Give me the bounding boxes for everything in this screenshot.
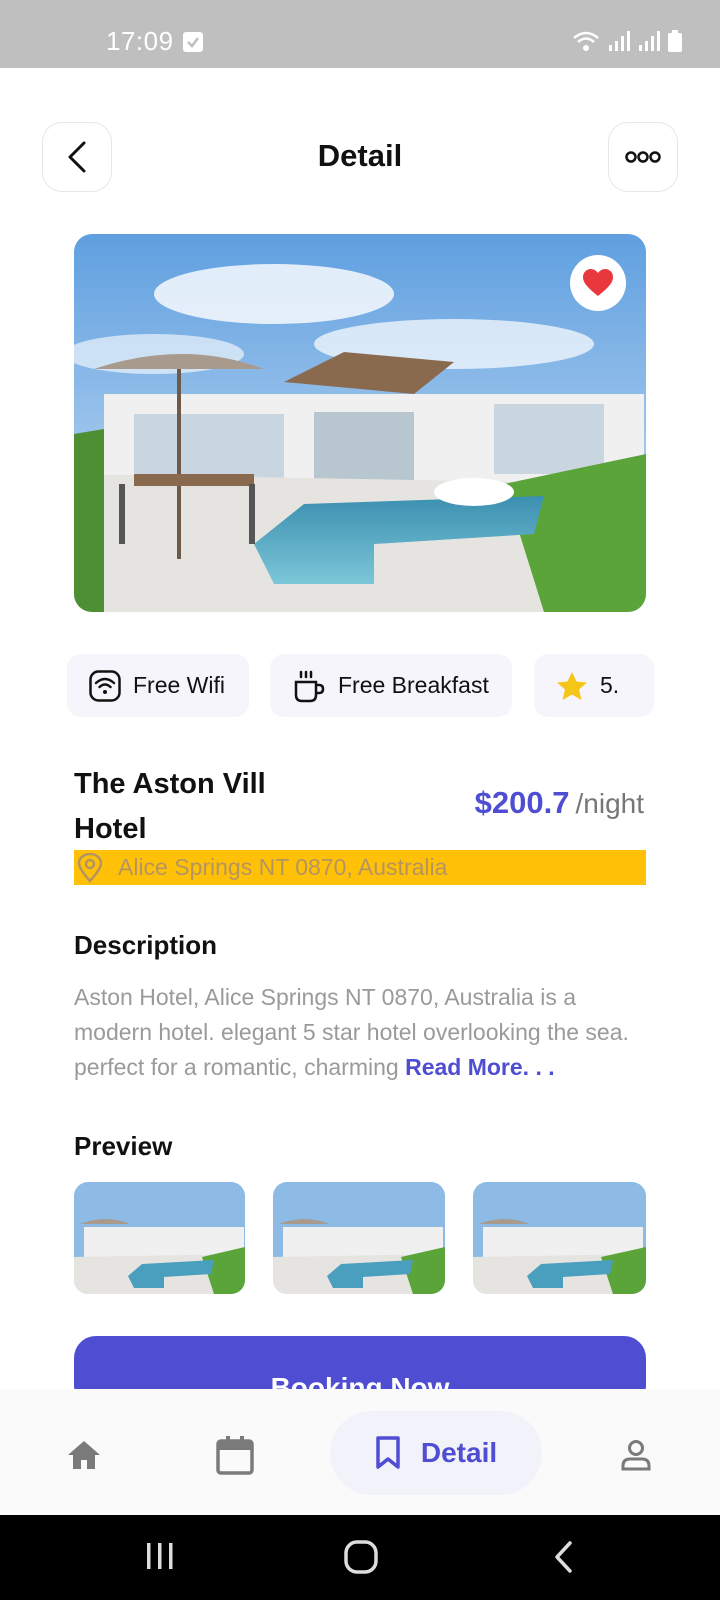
chip-label: Free Breakfast — [338, 672, 489, 698]
system-back-button[interactable] — [552, 1540, 574, 1574]
preview-thumbnail[interactable] — [74, 1182, 245, 1294]
preview-thumbnail[interactable] — [473, 1182, 646, 1294]
battery-icon — [668, 30, 682, 52]
signal-icon — [609, 31, 630, 51]
signal-icon-2 — [639, 31, 660, 51]
hotel-name: The Aston Vill Hotel — [74, 768, 266, 845]
profile-icon — [621, 1440, 651, 1471]
nav-profile[interactable] — [610, 1430, 662, 1480]
price-unit: /night — [575, 788, 645, 819]
status-icons — [572, 30, 682, 52]
chip-label: Free Wifi — [133, 672, 225, 698]
more-dots-icon — [625, 151, 661, 163]
price-value: $200.7 — [474, 785, 570, 820]
coffee-cup-icon — [292, 669, 326, 703]
location-text: Alice Springs NT 0870, Australia — [118, 854, 448, 880]
chip-rating: 5. — [534, 654, 654, 717]
price: $200.7/night — [475, 785, 644, 821]
location-pin-icon — [76, 852, 104, 883]
preview-title: Preview — [74, 1131, 173, 1161]
description-title: Description — [74, 930, 218, 960]
hotel-hero-image — [74, 234, 646, 612]
description-text: Aston Hotel, Alice Springs NT 0870, Aust… — [74, 980, 654, 1085]
wifi-icon — [89, 669, 121, 702]
calendar-icon — [216, 1436, 254, 1475]
home-system-button[interactable] — [344, 1540, 378, 1574]
status-bar: 17:09 — [0, 0, 720, 68]
chip-free-wifi: Free Wifi — [67, 654, 249, 717]
more-options-button[interactable] — [608, 122, 678, 192]
recent-apps-icon — [147, 1543, 173, 1569]
heart-icon — [583, 269, 613, 296]
bookmark-icon — [375, 1436, 401, 1470]
home-circle-icon — [344, 1540, 378, 1574]
star-icon — [556, 671, 588, 701]
nav-detail[interactable]: Detail — [330, 1411, 542, 1495]
recent-apps-button[interactable] — [145, 1540, 175, 1572]
rating-value: 5. — [600, 672, 620, 698]
wifi-status-icon — [573, 31, 599, 51]
favorite-button[interactable] — [570, 255, 626, 311]
status-time: 17:09 — [106, 26, 174, 56]
nav-home[interactable] — [58, 1430, 110, 1480]
hotel-location: Alice Springs NT 0870, Australia — [74, 850, 646, 885]
nav-detail-label: Detail — [420, 1437, 498, 1468]
read-more-link[interactable]: Read More. . . — [405, 1054, 555, 1080]
preview-thumbnail[interactable] — [273, 1182, 445, 1294]
notification-check-icon — [183, 32, 203, 52]
back-arrow-icon — [555, 1541, 572, 1573]
chip-free-breakfast: Free Breakfast — [270, 654, 512, 717]
home-icon — [68, 1441, 100, 1469]
nav-calendar[interactable] — [210, 1430, 260, 1480]
